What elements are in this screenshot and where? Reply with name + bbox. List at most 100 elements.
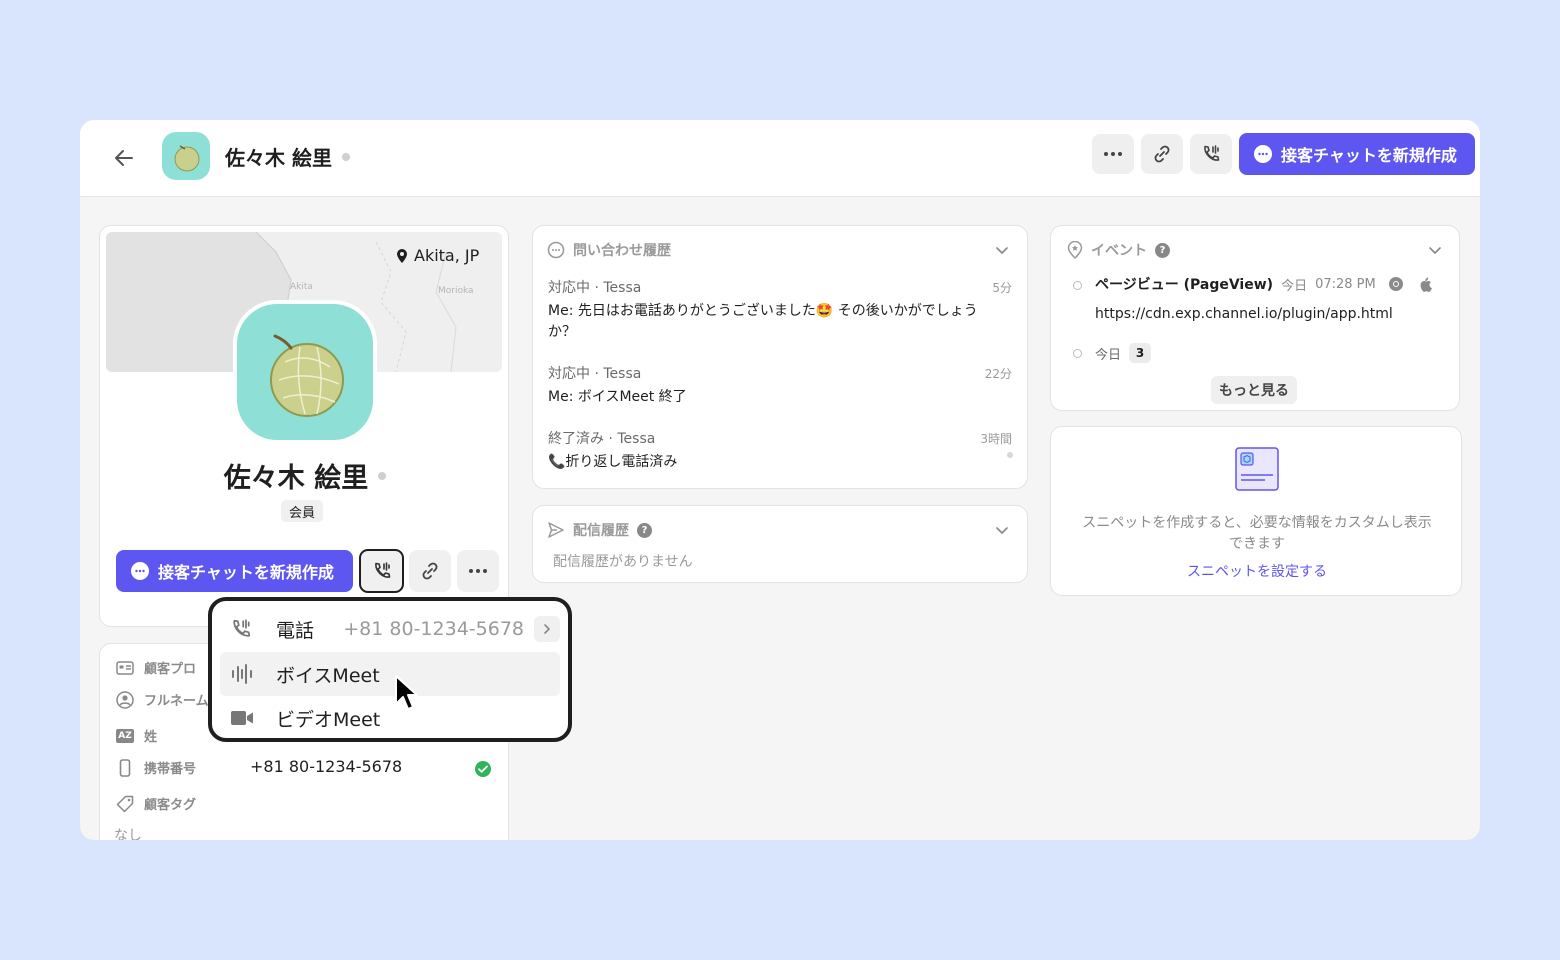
profile-avatar — [233, 300, 377, 444]
inquiry-status: 対応中 — [548, 366, 590, 382]
event-count-badge: 3 — [1129, 343, 1151, 363]
menu-item-phone[interactable]: 電話 +81 80-1234-5678 — [220, 607, 560, 651]
map-label-akita: Akita — [290, 282, 313, 292]
chrome-icon — [1388, 277, 1403, 291]
more-button[interactable] — [1092, 134, 1134, 174]
snippet-illustration-icon — [1235, 447, 1279, 491]
inquiry-agent: Tessa — [603, 366, 642, 382]
new-chat-label: 接客チャットを新規作成 — [1281, 146, 1457, 165]
field-label-lastname: 姓 — [144, 730, 158, 745]
menu-item-voice-meet[interactable]: ボイスMeet — [220, 652, 560, 696]
location-pin-icon — [397, 248, 407, 263]
field-label-mobile: 携帯番号 — [144, 762, 197, 777]
delivery-history-title: 配信履歴 — [573, 523, 629, 539]
inquiry-history-card: 問い合わせ履歴 対応中 · Tessa 5分 Me: 先日はお電話ありがとうござい… — [532, 225, 1028, 489]
inquiry-time: 3時間 — [980, 432, 1012, 446]
inquiry-agent: Tessa — [603, 280, 642, 296]
apple-icon — [1420, 277, 1432, 292]
customer-profile-header: 顧客プロ — [116, 658, 196, 677]
pin-star-icon — [1067, 241, 1083, 259]
delivery-history-header: 配信履歴 ? — [547, 520, 652, 540]
member-badge: 会員 — [281, 500, 324, 522]
timeline-dot — [1073, 349, 1082, 358]
link-button[interactable] — [1141, 134, 1183, 174]
new-chat-button[interactable]: 接客チャットを新規作成 — [1239, 133, 1475, 175]
profile-card: Akita Morioka Akita, JP 佐々木 絵里 会員 接客チャット… — [99, 225, 509, 627]
field-label-tags: 顧客タグ — [144, 798, 197, 813]
profile-link-button[interactable] — [409, 550, 451, 592]
chat-outline-icon — [547, 241, 565, 259]
show-more-button[interactable]: もっと見る — [1211, 376, 1297, 404]
menu-value-phone: +81 80-1234-5678 — [343, 618, 524, 640]
call-options-menu: 電話 +81 80-1234-5678 ボイスMeet ビデオMeet — [208, 597, 572, 742]
chevron-right-icon[interactable] — [534, 616, 560, 642]
back-button[interactable] — [110, 144, 138, 172]
snippet-setup-link[interactable]: スニペットを設定する — [1051, 561, 1463, 581]
inquiry-item[interactable]: 対応中 · Tessa 22分 Me: ボイスMeet 終了 — [548, 363, 1012, 408]
inquiry-time: 22分 — [984, 367, 1012, 381]
phone-icon — [374, 562, 390, 578]
link-icon — [422, 562, 438, 580]
top-bar: 佐々木 絵里 接客チャットを新規作成 — [80, 120, 1480, 197]
inquiry-item[interactable]: 終了済み · Tessa 3時間 📞折り返し電話済み — [548, 428, 1012, 473]
profile-name-row: 佐々木 絵里 — [100, 456, 508, 495]
profile-new-chat-label: 接客チャットを新規作成 — [158, 563, 334, 582]
field-fullname: フルネーム — [116, 690, 209, 709]
unread-dot — [1007, 452, 1013, 458]
customer-profile-title: 顧客プロ — [144, 662, 197, 677]
chevron-down-icon[interactable] — [1428, 243, 1442, 257]
delivery-history-card: 配信履歴 ? 配信履歴がありません — [532, 505, 1028, 583]
field-label-fullname: フルネーム — [144, 694, 209, 709]
video-camera-icon — [230, 709, 262, 727]
inquiry-message: Me: ボイスMeet 終了 — [548, 389, 687, 405]
help-icon[interactable]: ? — [637, 522, 652, 538]
help-icon[interactable]: ? — [1155, 242, 1170, 258]
inquiry-message: 📞折り返し電話済み — [548, 454, 678, 470]
call-button[interactable] — [1190, 134, 1232, 174]
chevron-down-icon[interactable] — [995, 523, 1009, 537]
profile-new-chat-button[interactable]: 接客チャットを新規作成 — [116, 550, 353, 592]
field-lastname: AZ 姓 — [116, 726, 157, 745]
inquiry-status: 対応中 — [548, 280, 590, 296]
event-name: ページビュー (PageView) — [1095, 277, 1274, 293]
more-dots-icon — [1104, 152, 1122, 156]
menu-label-voice-meet: ボイスMeet — [276, 664, 380, 687]
event-url[interactable]: https://cdn.exp.channel.io/plugin/app.ht… — [1095, 306, 1393, 322]
event-day: 今日 — [1281, 278, 1308, 294]
mobile-phone-icon — [119, 758, 131, 777]
timeline-dot — [1073, 281, 1082, 290]
melon-icon — [270, 334, 344, 417]
profile-call-button[interactable] — [359, 549, 404, 593]
events-title: イベント — [1091, 243, 1147, 259]
menu-item-video-meet[interactable]: ビデオMeet — [220, 696, 560, 740]
field-value-tags: なし — [114, 828, 142, 840]
presence-dot — [378, 471, 387, 480]
link-icon — [1154, 145, 1170, 163]
inquiry-message: Me: 先日はお電話ありがとうございました🤩 その後いかがでしょうか？ — [548, 303, 978, 340]
location-text: Akita, JP — [414, 246, 480, 265]
field-value-mobile[interactable]: +81 80-1234-5678 — [250, 757, 402, 776]
inquiry-status: 終了済み — [548, 431, 604, 447]
inquiry-history-title: 問い合わせ履歴 — [573, 243, 671, 259]
presence-dot — [342, 153, 350, 161]
delivery-empty-text: 配信履歴がありません — [553, 554, 693, 570]
menu-label-phone: 電話 — [276, 619, 315, 642]
az-icon: AZ — [116, 728, 134, 743]
profile-name: 佐々木 絵里 — [223, 463, 369, 494]
event-row[interactable]: ページビュー (PageView) 今日 07:28 PM — [1095, 274, 1432, 294]
events-card: イベント ? ページビュー (PageView) 今日 07:28 PM htt… — [1050, 225, 1460, 411]
profile-more-button[interactable] — [457, 550, 499, 592]
field-tags: 顧客タグ — [116, 794, 196, 813]
chevron-down-icon[interactable] — [995, 243, 1009, 257]
field-mobile: 携帯番号 — [116, 758, 196, 777]
inquiry-time: 5分 — [992, 281, 1012, 295]
map-label-morioka: Morioka — [438, 286, 474, 296]
event-time: 07:28 PM — [1315, 276, 1376, 292]
menu-label-video-meet: ビデオMeet — [276, 708, 381, 731]
events-header: イベント ? — [1067, 240, 1170, 260]
inquiry-history-header: 問い合わせ履歴 — [547, 240, 671, 260]
phone-icon — [230, 618, 262, 640]
user-circle-icon — [116, 690, 134, 709]
arrow-left-icon — [115, 150, 133, 166]
inquiry-item[interactable]: 対応中 · Tessa 5分 Me: 先日はお電話ありがとうございました🤩 その後… — [548, 277, 1012, 343]
